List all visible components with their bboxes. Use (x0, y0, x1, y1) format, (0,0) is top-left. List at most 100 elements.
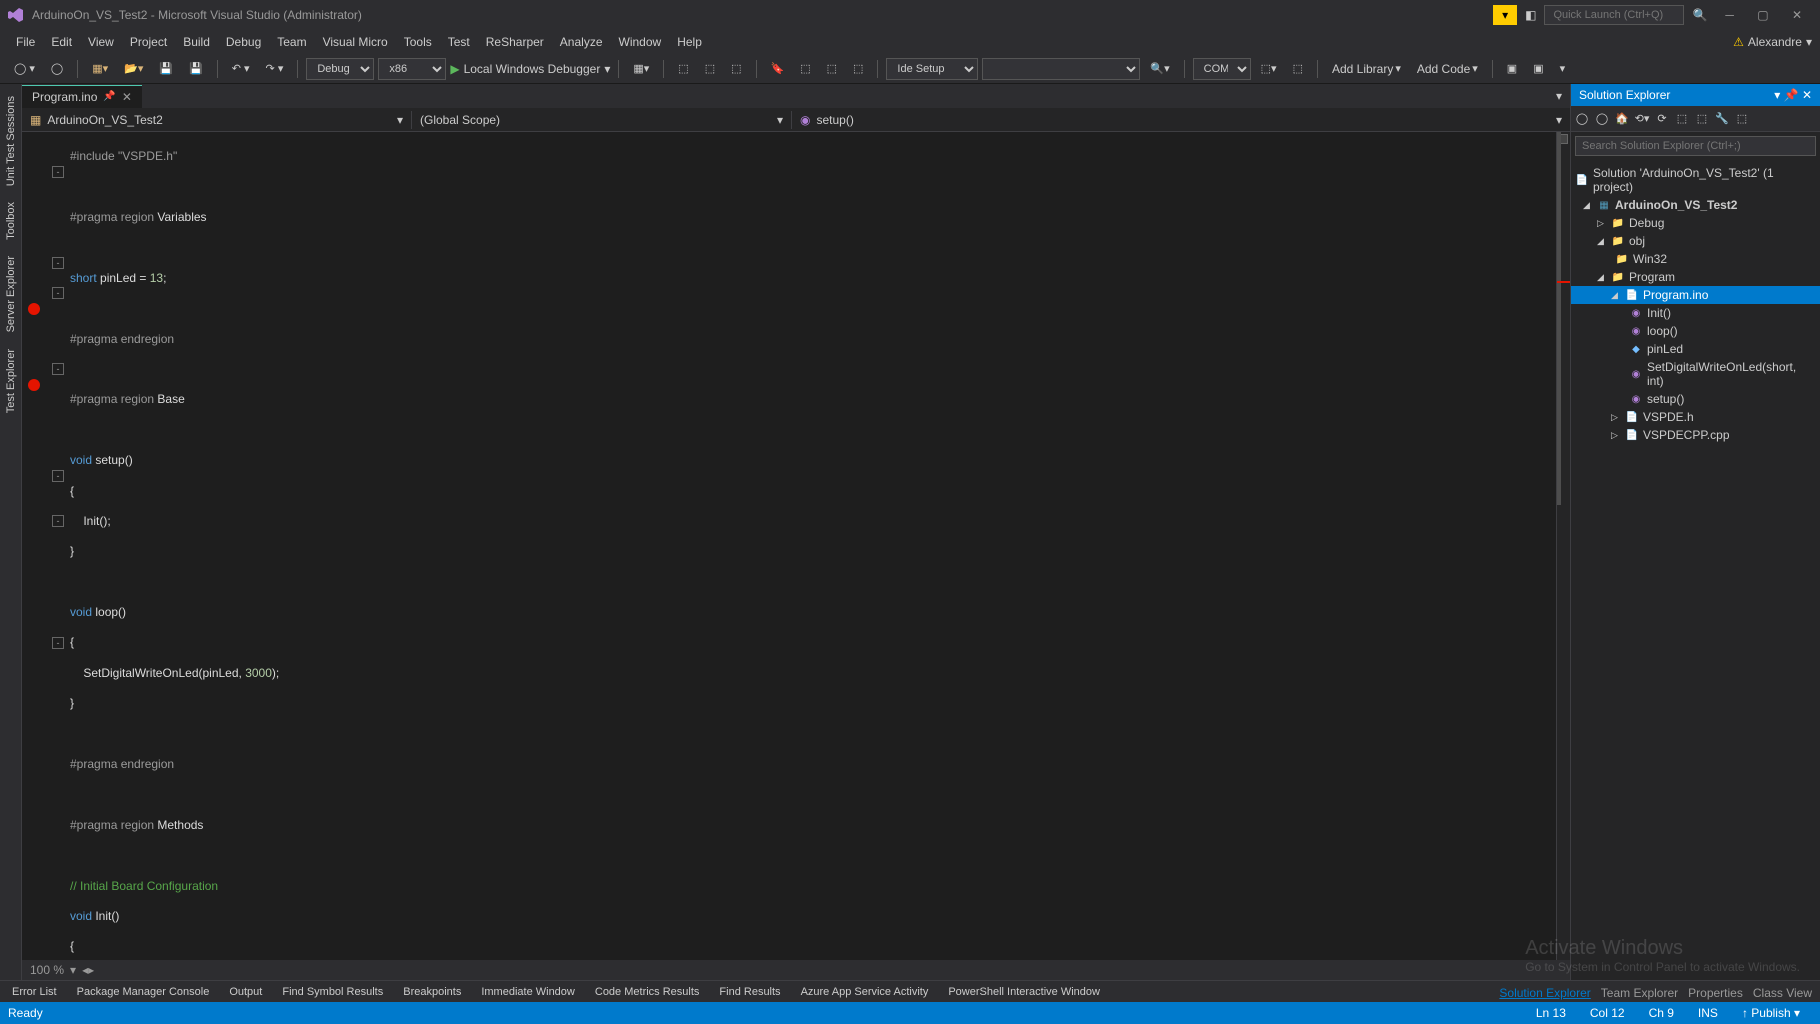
sln-fwd-icon[interactable]: ◯ (1595, 112, 1609, 126)
btab-code-metrics[interactable]: Code Metrics Results (591, 984, 704, 1000)
menu-tools[interactable]: Tools (396, 32, 440, 52)
sln-preview-icon[interactable]: ⬚ (1735, 112, 1749, 126)
menu-test[interactable]: Test (440, 32, 478, 52)
rtab-properties[interactable]: Properties (1688, 986, 1743, 1000)
toolbar-btn-12[interactable]: ▾ (1554, 59, 1572, 78)
rtab-class-view[interactable]: Class View (1753, 986, 1812, 1000)
board-combo[interactable] (982, 58, 1140, 80)
redo-button[interactable]: ↷ ▾ (260, 59, 290, 78)
tree-folder-obj[interactable]: ◢📁obj (1571, 232, 1820, 250)
toolbar-btn-1[interactable]: ▦▾ (627, 59, 655, 78)
close-button[interactable]: ✕ (1782, 4, 1812, 26)
tab-dropdown-icon[interactable]: ▾ (1548, 89, 1570, 103)
close-panel-icon[interactable]: ✕ (1802, 88, 1812, 102)
minimize-button[interactable]: ─ (1715, 4, 1744, 26)
ide-combo[interactable]: Ide Setup (886, 58, 978, 80)
btab-azure[interactable]: Azure App Service Activity (797, 984, 933, 1000)
nav-fwd-button[interactable]: ◯ (45, 59, 69, 78)
btab-output[interactable]: Output (225, 984, 266, 1000)
menu-resharper[interactable]: ReSharper (478, 32, 552, 52)
menu-analyze[interactable]: Analyze (552, 32, 611, 52)
menu-file[interactable]: File (8, 32, 43, 52)
bookmark-button[interactable]: 🔖 (765, 59, 791, 78)
feedback-icon[interactable]: ◧ (1521, 8, 1540, 22)
user-dropdown-icon[interactable]: ▾ (1802, 35, 1812, 49)
fold-icon[interactable]: - (52, 166, 64, 178)
rail-tab-unit-test[interactable]: Unit Test Sessions (3, 88, 19, 194)
menu-debug[interactable]: Debug (218, 32, 269, 52)
sln-showall-icon[interactable]: ⬚ (1695, 112, 1709, 126)
menu-build[interactable]: Build (175, 32, 218, 52)
nav-member-combo[interactable]: ◉setup()▾ (792, 111, 1570, 129)
tree-file-vspdecpp[interactable]: ▷📄VSPDECPP.cpp (1571, 426, 1820, 444)
quick-launch-input[interactable] (1544, 5, 1684, 25)
pin-icon[interactable]: 📌 (103, 91, 115, 102)
sln-back-icon[interactable]: ◯ (1575, 112, 1589, 126)
toolbar-btn-8[interactable]: ⬚▾ (1255, 59, 1283, 78)
btab-breakpoints[interactable]: Breakpoints (399, 984, 465, 1000)
btab-pkg-mgr[interactable]: Package Manager Console (73, 984, 214, 1000)
btab-powershell[interactable]: PowerShell Interactive Window (944, 984, 1104, 1000)
solution-explorer-header[interactable]: Solution Explorer ▾ 📌 ✕ (1571, 84, 1820, 106)
add-code-button[interactable]: Add Code▾ (1411, 59, 1484, 79)
solution-search-input[interactable] (1575, 136, 1816, 156)
toolbar-btn-10[interactable]: ▣ (1501, 59, 1523, 78)
zoom-level[interactable]: 100 % (30, 963, 64, 977)
start-debugging-button[interactable]: ▶Local Windows Debugger▾ (450, 62, 610, 76)
menu-project[interactable]: Project (122, 32, 175, 52)
tree-method-setdigital[interactable]: ◉SetDigitalWriteOnLed(short, int) (1571, 358, 1820, 390)
tree-method-loop[interactable]: ◉loop() (1571, 322, 1820, 340)
breakpoint-icon[interactable] (28, 379, 40, 391)
sln-sync-icon[interactable]: ⟲▾ (1635, 112, 1649, 126)
btab-find-symbol[interactable]: Find Symbol Results (278, 984, 387, 1000)
fold-icon[interactable]: - (52, 363, 64, 375)
btab-immediate[interactable]: Immediate Window (477, 984, 579, 1000)
tree-folder-debug[interactable]: ▷📁Debug (1571, 214, 1820, 232)
code-content[interactable]: #include "VSPDE.h" #pragma region Variab… (66, 132, 1556, 960)
fold-icon[interactable]: - (52, 515, 64, 527)
search-button[interactable]: 🔍▾ (1144, 59, 1175, 78)
menu-team[interactable]: Team (269, 32, 314, 52)
rail-tab-toolbox[interactable]: Toolbox (3, 194, 19, 248)
toolbar-btn-11[interactable]: ▣ (1527, 59, 1549, 78)
menu-help[interactable]: Help (669, 32, 710, 52)
rail-tab-server-explorer[interactable]: Server Explorer (3, 248, 19, 340)
menu-view[interactable]: View (80, 32, 122, 52)
maximize-button[interactable]: ▢ (1747, 4, 1778, 26)
search-icon[interactable]: 🔍 (1688, 8, 1711, 22)
sln-home-icon[interactable]: 🏠 (1615, 112, 1629, 126)
toolbar-btn-3[interactable]: ⬚ (699, 59, 721, 78)
config-combo[interactable]: Debug (306, 58, 374, 80)
toolbar-btn-7[interactable]: ⬚ (847, 59, 869, 78)
zoom-arrows-icon[interactable]: ◂▸ (76, 963, 94, 977)
add-library-button[interactable]: Add Library▾ (1326, 59, 1407, 79)
btab-find-results[interactable]: Find Results (715, 984, 784, 1000)
tree-solution-root[interactable]: 📄Solution 'ArduinoOn_VS_Test2' (1 projec… (1571, 164, 1820, 196)
com-port-combo[interactable]: COM3 (1193, 58, 1251, 80)
fold-icon[interactable]: - (52, 287, 64, 299)
undo-button[interactable]: ↶ ▾ (226, 59, 256, 78)
code-editor[interactable]: - - - - - - - #include "VSPDE.h" #pragma… (22, 132, 1570, 960)
sln-collapse-icon[interactable]: ⬚ (1675, 112, 1689, 126)
close-tab-icon[interactable]: ✕ (122, 90, 132, 104)
tree-method-init[interactable]: ◉Init() (1571, 304, 1820, 322)
save-button[interactable]: 💾 (153, 59, 179, 78)
save-all-button[interactable]: 💾 (183, 59, 209, 78)
zoom-dropdown-icon[interactable]: ▾ (64, 963, 76, 977)
nav-project-combo[interactable]: ▦ArduinoOn_VS_Test2▾ (22, 111, 412, 129)
toolbar-btn-5[interactable]: ⬚ (794, 59, 816, 78)
rail-tab-test-explorer[interactable]: Test Explorer (3, 341, 19, 421)
fold-icon[interactable]: - (52, 637, 64, 649)
rtab-team-explorer[interactable]: Team Explorer (1601, 986, 1678, 1000)
tree-file-vspde-h[interactable]: ▷📄VSPDE.h (1571, 408, 1820, 426)
breakpoint-icon[interactable] (28, 303, 40, 315)
rtab-solution-explorer[interactable]: Solution Explorer (1499, 986, 1590, 1000)
tree-folder-win32[interactable]: 📁Win32 (1571, 250, 1820, 268)
menu-edit[interactable]: Edit (43, 32, 80, 52)
toolbar-btn-9[interactable]: ⬚ (1287, 59, 1309, 78)
platform-combo[interactable]: x86 (378, 58, 446, 80)
tree-project[interactable]: ◢▦ArduinoOn_VS_Test2 (1571, 196, 1820, 214)
toolbar-btn-4[interactable]: ⬚ (725, 59, 747, 78)
nav-scope-combo[interactable]: (Global Scope)▾ (412, 111, 792, 129)
fold-icon[interactable]: - (52, 470, 64, 482)
